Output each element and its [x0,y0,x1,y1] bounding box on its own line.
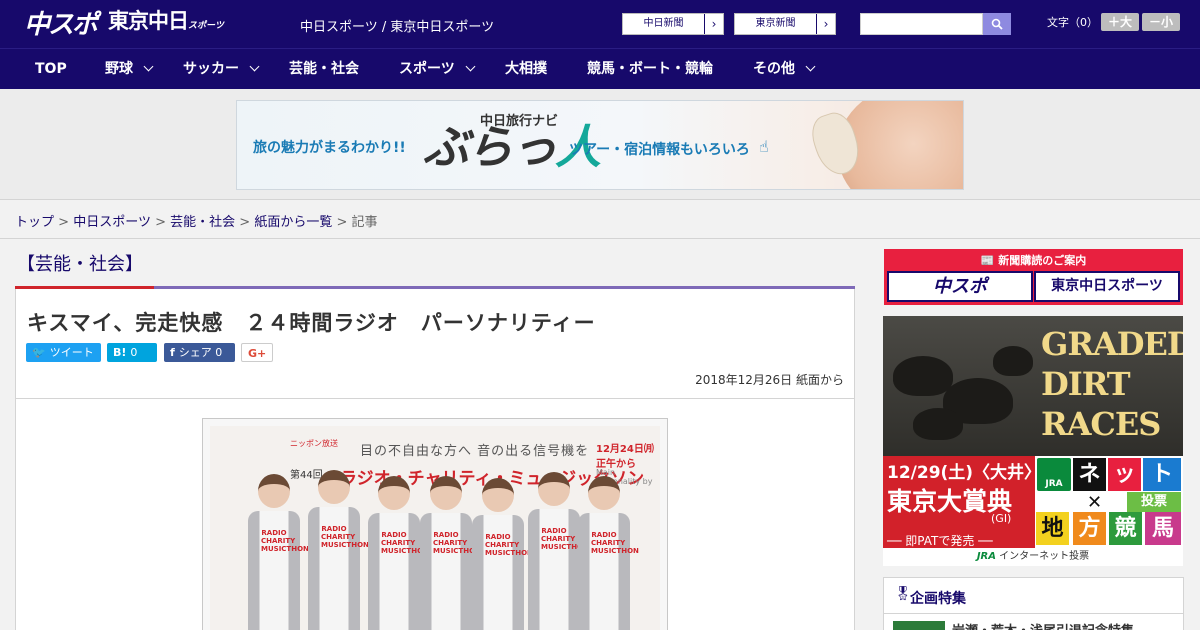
nav-item-entertainment[interactable]: 芸能・社会 [289,49,359,89]
feature-thumbnail[interactable] [893,621,945,630]
subscribe-chuspo-button[interactable]: 中スポ [887,271,1033,302]
hatena-bookmark-button[interactable]: B! 0 [107,343,157,362]
chevron-right-icon: › [711,17,717,31]
feature-item-link[interactable]: 岩瀬・荒木・浅尾引退記念特集 [952,620,1134,630]
chevron-down-icon [465,61,476,72]
tweet-button[interactable]: 🐦 ツイート [26,343,101,362]
travel-banner-ad[interactable]: 旅の魅力がまるわかり!! 中日旅行ナビ ぶらっ人 ツアー・宿泊情報もいろいろ ☝ [236,100,964,190]
article-date: 2018年12月26日 紙面から [695,373,844,387]
category-title: 【芸能・社会】 [17,254,143,275]
top-header: 中スポ 東京中日スポーツ 中日スポーツ / 東京中日スポーツ 中日新聞 › 東京… [0,0,1200,48]
banner-left-text: 旅の魅力がまるわかり!! [253,140,406,156]
subscription-banner[interactable]: 📰 新聞購読のご案内 中スポ 東京中日スポーツ [884,249,1183,305]
breadcrumb-chunichi-sports[interactable]: 中日スポーツ [73,215,151,230]
chevron-down-icon [249,61,260,72]
hatena-icon: B! [113,346,127,359]
article-photo[interactable]: ニッポン放送 目の不自由な方へ 音の出る信号機を 第44回 ラジオ・チャリティ・… [210,426,660,630]
member-figure: RADIO CHARITY MUSICTHON [248,474,309,630]
facebook-icon: f [170,346,175,359]
font-size-label: 文字（0） [1047,16,1098,29]
site-name: 中日スポーツ / 東京中日スポーツ [300,20,495,35]
main-nav: TOP 野球 サッカー 芸能・社会 スポーツ 大相撲 競馬・ボート・競輪 その他 [0,48,1200,89]
article-headline: キスマイ、完走快感 ２４時間ラジオ パーソナリティー [27,311,596,335]
search-form [860,13,1011,35]
chevron-right-icon: › [823,17,829,31]
subscription-title: 📰 新聞購読のご案内 [980,254,1087,267]
graded-dirt-races-ad[interactable]: GRADED DIRT RACES 12/29(土)〈大井〉 東京大賞典 (GI… [883,316,1183,566]
font-larger-button[interactable]: ＋大 [1101,13,1139,31]
photo-backdrop-text: 目の不自由な方へ 音の出る信号機を [360,444,590,459]
cross-icon: ✕ [1087,492,1103,513]
race-pat-text: ── 即PATで発売 ── [887,534,993,548]
newspaper-icon: 📰 [980,254,995,267]
nav-item-sumo[interactable]: 大相撲 [505,49,547,89]
nav-item-sports[interactable]: スポーツ [399,49,476,89]
facebook-count: 0 [215,346,223,359]
feature-section-title: 企画特集 [910,591,966,607]
nav-item-racing[interactable]: 競馬・ボート・競輪 [587,49,713,89]
logo-tokyo-chunichi[interactable]: 東京中日スポーツ [108,8,224,39]
member-figure: RADIO CHARITY MUSICTHON [368,476,429,630]
photo-backdrop-logo: ニッポン放送 [290,439,338,448]
race-ad-footer: JRA インターネット投票 [883,548,1183,566]
facebook-share-button[interactable]: f シェア 0 [164,343,235,362]
member-figure: RADIO CHARITY MUSICTHON [578,476,639,630]
search-input[interactable] [860,13,983,35]
ad-band: 旅の魅力がまるわかり!! 中日旅行ナビ ぶらっ人 ツアー・宿泊情報もいろいろ ☝ [0,89,1200,200]
nav-item-top[interactable]: TOP [35,49,67,89]
chunichi-shimbun-label: 中日新聞 [623,14,705,34]
subscribe-tokyo-chunichi-button[interactable]: 東京中日スポーツ [1034,271,1180,302]
twitter-icon: 🐦 [32,346,46,359]
feature-section: 🎖 企画特集 岩瀬・荒木・浅尾引退記念特集 [883,577,1184,630]
chevron-down-icon [805,61,816,72]
article-photo-frame: ニッポン放送 目の不自由な方へ 音の出る信号機を 第44回 ラジオ・チャリティ・… [202,418,668,630]
article-divider [16,398,854,399]
tokyo-shimbun-link[interactable]: 東京新聞 › [734,13,836,35]
article-card: キスマイ、完走快感 ２４時間ラジオ パーソナリティー 🐦 ツイート B! 0 f シェ… [15,289,855,630]
breadcrumb-current: 記事 [351,215,378,230]
member-figure: RADIO CHARITY MUSICTHON [472,478,533,630]
breadcrumb-paper-list[interactable]: 紙面から一覧 [254,215,332,230]
pointing-hand-icon: ☝ [759,137,769,156]
member-figure: RADIO CHARITY MUSICTHON [308,470,369,630]
chunichi-shimbun-link[interactable]: 中日新聞 › [622,13,724,35]
site-logo[interactable]: 中スポ 東京中日スポーツ [24,9,224,39]
member-figure: RADIO CHARITY MUSICTHON [420,476,481,630]
search-icon [991,18,1003,30]
breadcrumb-top[interactable]: トップ [15,215,54,230]
google-plus-button[interactable]: G+ [241,343,273,362]
net-voting-panel: JRA ネ ッ ト 地 方 競 馬 ✕ 投票 [1035,456,1183,548]
nav-item-soccer[interactable]: サッカー [183,49,260,89]
tokyo-shimbun-label: 東京新聞 [735,14,817,34]
breadcrumb: トップ > 中日スポーツ > 芸能・社会 > 紙面から一覧 > 記事 [15,215,378,230]
chevron-down-icon [143,61,154,72]
jra-badge: JRA [1037,458,1071,491]
nav-item-baseball[interactable]: 野球 [105,49,154,89]
race-grade: (GI) [991,512,1012,525]
logo-chuspo[interactable]: 中スポ [24,11,98,39]
hatena-count: 0 [130,346,138,359]
photo-backdrop-date: 12月24日㈪正午から [596,444,654,470]
banner-right-text: ツアー・宿泊情報もいろいろ [569,142,750,158]
search-button[interactable] [983,13,1011,35]
nav-item-other[interactable]: その他 [753,49,816,89]
breadcrumb-entertainment[interactable]: 芸能・社会 [170,215,235,230]
graded-dirt-races-title: GRADED DIRT RACES [1041,325,1183,443]
member-figure: RADIO CHARITY MUSICTHON [528,472,589,630]
breadcrumb-divider [0,238,1200,239]
feature-divider [884,613,1183,614]
google-plus-icon: G+ [248,347,267,360]
race-date: 12/29(土)〈大井〉 [887,463,1042,483]
font-smaller-button[interactable]: －小 [1142,13,1180,31]
